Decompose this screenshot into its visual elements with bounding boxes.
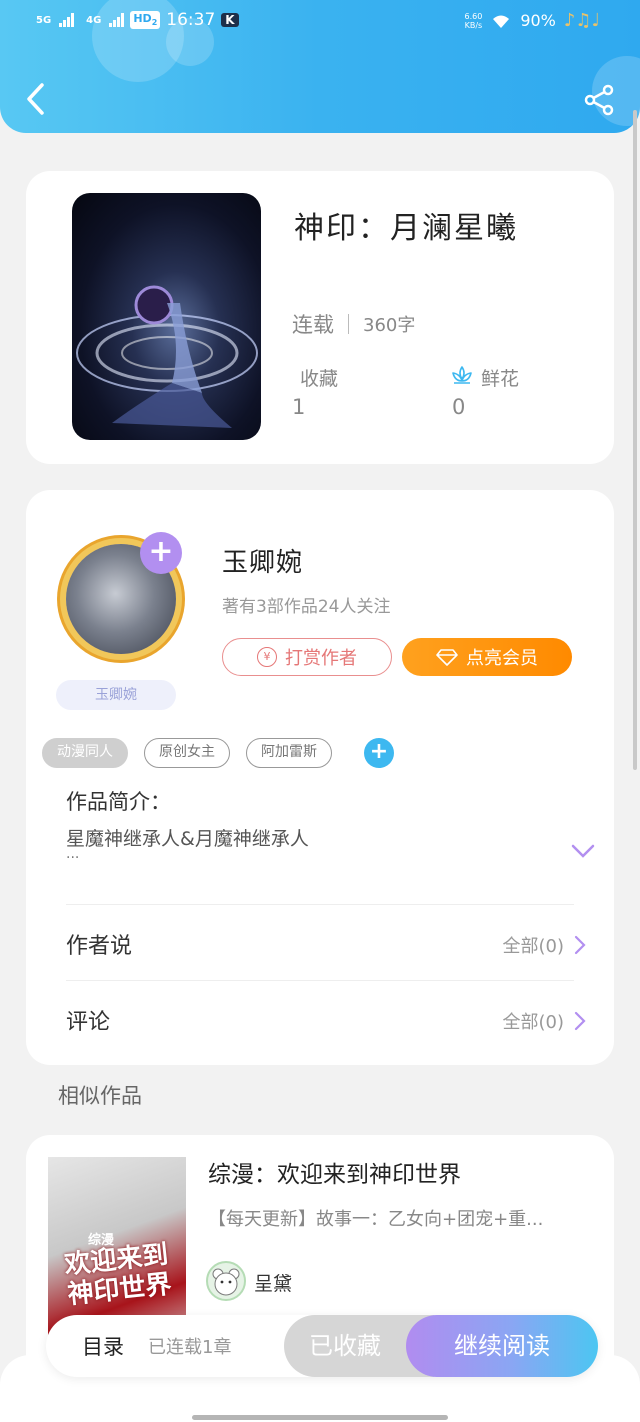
home-indicator[interactable] <box>192 1415 448 1420</box>
similar-work-title: 综漫：欢迎来到神印世界 <box>208 1162 461 1188</box>
avatar-name-badge: 玉卿婉 <box>56 680 176 710</box>
book-title: 神印：月澜星曦 <box>294 211 518 246</box>
app-notification-icon: K <box>221 13 239 27</box>
chevron-left-icon <box>27 83 44 115</box>
bottom-action-bar: 目录 已连载1章 已收藏 继续阅读 <box>46 1315 598 1377</box>
author-says-label[interactable]: 作者说 <box>66 928 132 960</box>
yen-coin-icon: ¥ <box>257 647 277 667</box>
intro-ellipsis: ... <box>66 846 80 862</box>
cover-art <box>76 285 258 428</box>
wifi-icon <box>493 15 510 28</box>
signal-label-4g: 4G <box>86 14 102 26</box>
intro-title: 作品简介： <box>66 790 171 814</box>
divider <box>66 904 574 905</box>
clock: 16:37 <box>166 10 216 30</box>
similar-works-heading: 相似作品 <box>58 1084 142 1108</box>
toc-chapter-count: 已连载1章 <box>148 1337 232 1358</box>
cover-text: 欢迎来到神印世界 <box>63 1239 173 1311</box>
author-card: + 玉卿婉 玉卿婉 著有3部作品24人关注 ¥ 打赏作者 点亮会员 动漫同人 原… <box>26 490 614 1065</box>
tag-list: 动漫同人 原创女主 阿加雷斯 + <box>42 738 394 768</box>
signal-bars-icon <box>109 13 125 27</box>
tip-author-label: 打赏作者 <box>285 648 357 669</box>
flowers-label: 鲜花 <box>481 368 520 390</box>
similar-work-author: 呈黛 <box>254 1273 293 1295</box>
divider <box>66 980 574 981</box>
chevron-down-icon <box>571 844 595 858</box>
author-description: 著有3部作品24人关注 <box>222 597 391 617</box>
comments-all-link[interactable]: 全部(0) <box>503 1008 587 1034</box>
chevron-right-icon <box>574 935 586 955</box>
tip-author-button[interactable]: ¥ 打赏作者 <box>222 638 392 676</box>
tag-chip[interactable]: 原创女主 <box>144 738 230 768</box>
book-meta: 连载 360字 <box>292 309 415 339</box>
tag-chip[interactable]: 动漫同人 <box>42 738 128 768</box>
bear-avatar-icon <box>212 1268 240 1296</box>
vip-membership-label: 点亮会员 <box>466 648 538 669</box>
back-button[interactable] <box>22 82 50 116</box>
continue-reading-button[interactable]: 继续阅读 <box>406 1315 598 1377</box>
similar-work-description: 【每天更新】故事一：乙女向+团宠+重... <box>208 1209 544 1230</box>
add-tag-button[interactable]: + <box>364 738 394 768</box>
comments-label[interactable]: 评论 <box>66 1004 110 1036</box>
author-name[interactable]: 玉卿婉 <box>222 542 303 579</box>
flowers-count: 0 <box>452 395 466 419</box>
expand-intro-button[interactable] <box>570 842 596 860</box>
chevron-right-icon <box>574 1011 586 1031</box>
music-notes-icon: ♪♫♩ <box>563 10 600 31</box>
top-header: 5G 4G HD2 16:37 K 6.60 KB/s 90% ♪♫♩ <box>0 0 640 133</box>
net-speed: 6.60 KB/s <box>464 11 483 30</box>
share-button[interactable] <box>583 84 615 116</box>
diamond-icon <box>436 649 458 666</box>
intro-text: 星魔神继承人&月魔神继承人 <box>66 828 309 850</box>
toc-button[interactable]: 目录 <box>82 1331 124 1361</box>
scrollbar[interactable] <box>633 110 637 770</box>
favorites-label: 收藏 <box>300 368 339 390</box>
battery-level: 90% <box>520 11 556 30</box>
signal-label-5g: 5G <box>36 14 52 26</box>
hd-voice-icon: HD2 <box>130 11 161 29</box>
status-bar: 5G 4G HD2 16:37 K 6.60 KB/s 90% ♪♫♩ <box>0 10 640 38</box>
signal-bars-icon <box>59 13 75 27</box>
book-cover[interactable] <box>72 193 261 440</box>
serial-status: 连载 <box>292 313 334 337</box>
author-says-all-link[interactable]: 全部(0) <box>503 932 587 958</box>
book-info-card: 神印：月澜星曦 连载 360字 收藏 1 鲜花 0 <box>26 171 614 464</box>
flower-icon <box>452 366 472 384</box>
share-icon <box>584 84 614 116</box>
word-count: 360字 <box>363 315 416 336</box>
favorites-count: 1 <box>292 395 306 419</box>
meta-divider <box>348 314 349 334</box>
follow-author-button[interactable]: + <box>140 532 182 574</box>
avatar <box>206 1261 246 1301</box>
collected-label: 已收藏 <box>309 1332 381 1360</box>
tag-chip[interactable]: 阿加雷斯 <box>246 738 332 768</box>
vip-membership-button[interactable]: 点亮会员 <box>402 638 572 676</box>
comments-count: 全部(0) <box>502 1012 565 1033</box>
author-says-count: 全部(0) <box>502 936 565 957</box>
